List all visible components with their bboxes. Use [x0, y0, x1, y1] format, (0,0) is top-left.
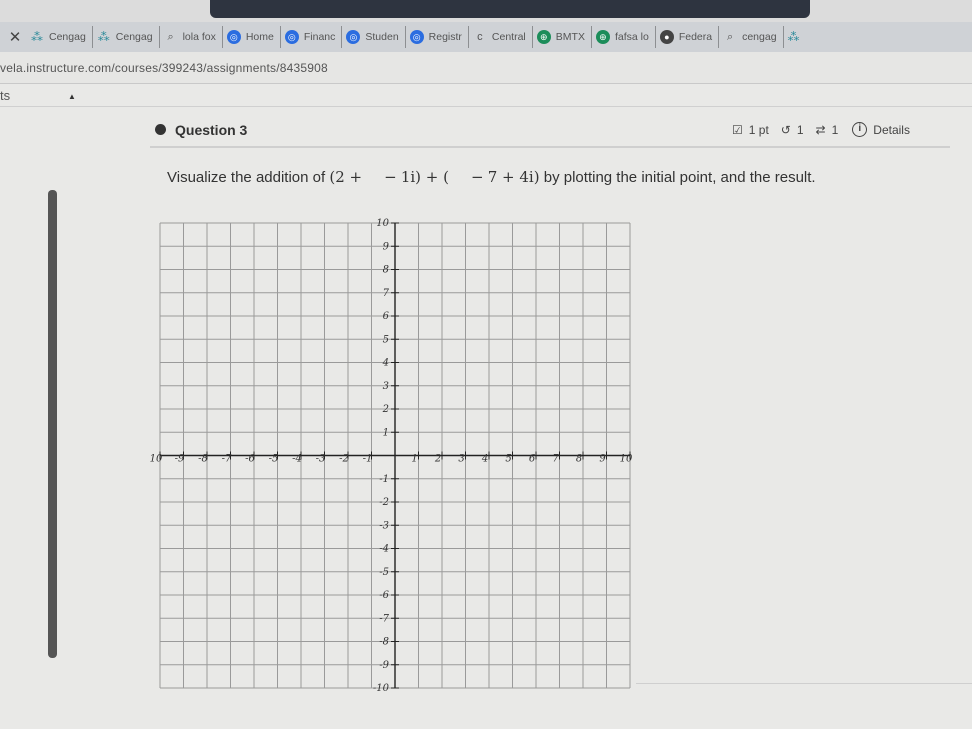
y-tick-label: -7 [379, 613, 389, 624]
y-tick-label: -10 [373, 683, 390, 693]
answer-blank[interactable] [362, 180, 384, 182]
details-link[interactable]: Details [873, 123, 910, 137]
y-tick-label: 10 [376, 218, 389, 229]
checkbox-icon: ☑ [732, 122, 743, 137]
search-icon: ⌕ [167, 31, 174, 43]
browser-tab[interactable]: ◎ Home [223, 26, 281, 48]
y-tick-label: 6 [383, 311, 390, 322]
x-tick-label: 2 [434, 454, 441, 465]
y-tick-label: 9 [383, 241, 390, 252]
scrollbar[interactable] [48, 190, 57, 658]
browser-tab[interactable]: ⁂ Cengag [26, 26, 93, 48]
browser-tab[interactable]: ◎ Studen [342, 26, 406, 48]
attempts-count: 1 [796, 122, 804, 137]
browser-tab[interactable]: ⊕ fafsa lo [592, 26, 656, 48]
y-tick-label: 3 [383, 381, 389, 392]
y-tick-label: 2 [382, 404, 389, 415]
url-text: vela.instructure.com/courses/399243/assi… [0, 60, 328, 75]
question-prompt: Visualize the addition of (2 + − 1i) + (−… [167, 168, 816, 186]
canvas-icon: ◎ [284, 30, 299, 44]
federal-icon: ● [659, 30, 674, 44]
prompt-text-after: by plotting the initial point, and the r… [543, 169, 816, 186]
close-tab-icon[interactable]: ✕ [4, 28, 26, 46]
browser-tab[interactable]: ⁂ Cengag [93, 26, 160, 48]
prompt-text-before: Visualize the addition of [167, 169, 326, 186]
x-tick-label: -9 [175, 454, 185, 465]
y-tick-label: 4 [382, 358, 389, 369]
tab-bar: ✕ ⁂ Cengag ⁂ Cengag ⌕ lola fox ◎ Home ◎ Finan… [0, 22, 972, 52]
canvas-icon: ◎ [346, 30, 361, 44]
x-tick-label: 3 [458, 454, 464, 465]
x-tick-label: -2 [339, 454, 349, 465]
browser-tab[interactable]: ⊕ BMTX [533, 26, 592, 48]
divider [636, 683, 972, 684]
y-tick-label: -5 [379, 567, 389, 578]
canvas-icon: ◎ [226, 30, 241, 44]
x-tick-label: 6 [529, 454, 536, 465]
answer-blank[interactable] [449, 180, 471, 182]
y-tick-label: 5 [383, 334, 389, 345]
x-tick-label: 1 [411, 454, 417, 465]
refresh-icon: ⇄ [815, 122, 826, 137]
expression-part-c: 7 + 4i) [487, 168, 540, 186]
address-bar[interactable]: vela.instructure.com/courses/399243/assi… [0, 52, 972, 84]
y-tick-label: -3 [379, 520, 389, 531]
cengage-icon: ⁂ [97, 30, 110, 44]
question-title: Question 3 [175, 122, 248, 138]
x-tick-label: 10 [150, 454, 163, 465]
y-tick-label: -2 [379, 497, 389, 508]
globe-icon: ⊕ [595, 30, 610, 44]
x-tick-label: 8 [576, 454, 582, 465]
coordinate-plane[interactable]: 10 -9 -8 -7 -6 -5 -4 -3 -2 -1 1 2 3 4 5 6 7 8 9 10 10 9 8 7 6 5 4 3… [150, 218, 640, 693]
points-label: 1 pt [748, 122, 769, 137]
x-tick-label: -3 [316, 454, 326, 465]
y-tick-label: -6 [379, 590, 389, 601]
canvas-icon: ◎ [409, 30, 424, 44]
info-icon[interactable]: i [852, 122, 868, 137]
y-tick-label: -9 [379, 660, 389, 671]
y-tick-label: -4 [379, 544, 389, 555]
x-tick-label: -4 [292, 454, 302, 465]
browser-tab[interactable]: ◎ Financ [281, 26, 343, 48]
expression-part-b: 1i) + ( [400, 168, 449, 186]
question-status-dot [155, 124, 166, 135]
top-strip [0, 0, 972, 22]
c-icon: c [477, 31, 483, 43]
undo-icon: ↺ [780, 122, 791, 137]
x-tick-label: -1 [363, 454, 373, 465]
y-tick-label: -8 [379, 637, 389, 648]
window-bar [210, 0, 810, 18]
x-tick-label: 5 [505, 454, 511, 465]
question-header: Question 3 ☑ 1 pt ↺ 1 ⇄ 1 i Details [150, 112, 950, 148]
x-tick-label: 4 [481, 454, 488, 465]
retries-count: 1 [831, 122, 839, 137]
x-tick-label: -7 [222, 454, 232, 465]
y-tick-label: 1 [383, 427, 389, 438]
x-tick-label: 10 [620, 454, 633, 465]
question-meta: ☑ 1 pt ↺ 1 ⇄ 1 i Details [732, 122, 910, 137]
globe-icon: ⊕ [536, 30, 551, 44]
breadcrumb: ts ▲ [0, 85, 972, 107]
browser-tab[interactable]: ● Federa [656, 26, 720, 48]
browser-tab[interactable]: ⌕ cengag [719, 26, 784, 48]
search-icon: ⌕ [727, 31, 734, 43]
cengage-icon: ⁂ [31, 30, 43, 44]
cengage-icon[interactable]: ⁂ [788, 30, 800, 44]
expression-part-a: (2 + [329, 168, 363, 186]
x-tick-label: -8 [198, 454, 208, 465]
x-tick-label: -5 [269, 454, 279, 465]
x-tick-label: 9 [599, 454, 606, 465]
y-tick-label: -1 [379, 474, 389, 485]
browser-tab[interactable]: c Central [469, 26, 533, 48]
x-tick-label: -6 [245, 454, 255, 465]
y-tick-label: 8 [383, 265, 389, 276]
y-tick-label: 7 [383, 288, 390, 299]
caret-up-icon[interactable]: ▲ [68, 92, 76, 101]
x-tick-label: 7 [552, 454, 559, 465]
browser-tab[interactable]: ◎ Registr [406, 26, 469, 48]
browser-tab[interactable]: ⌕ lola fox [160, 26, 223, 48]
breadcrumb-label[interactable]: ts [0, 88, 10, 103]
